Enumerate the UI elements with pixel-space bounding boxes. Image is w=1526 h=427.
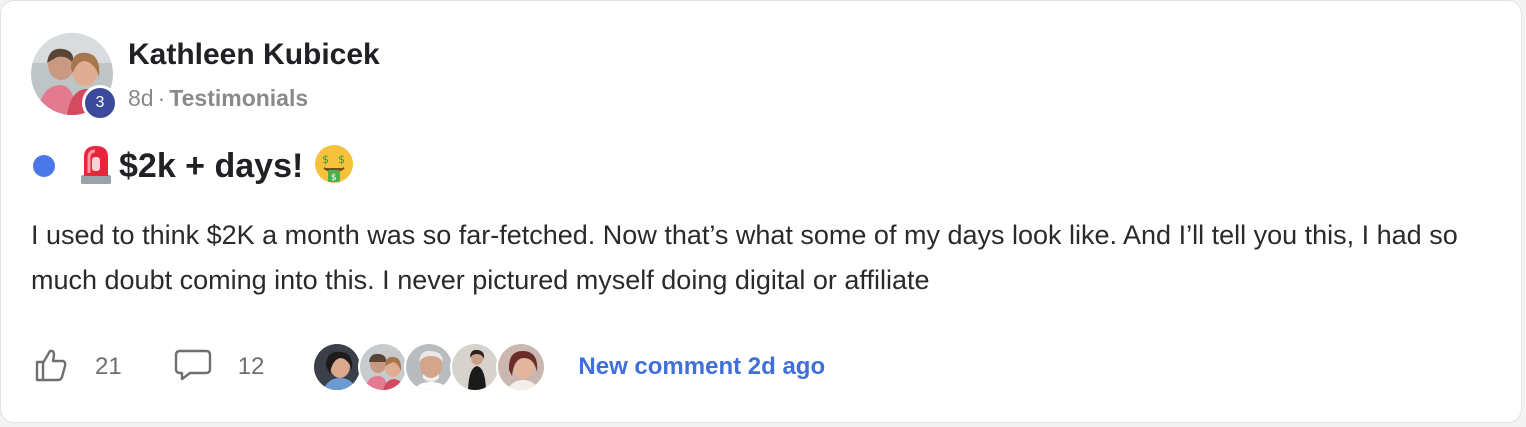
new-comment-link[interactable]: New comment 2d ago <box>578 353 825 381</box>
commenter-avatar-1[interactable] <box>312 342 363 392</box>
svg-text:$: $ <box>322 153 329 166</box>
post-time: 8d <box>128 85 154 111</box>
commenter-avatar-5[interactable] <box>496 342 547 392</box>
unread-indicator <box>33 155 55 177</box>
post-title[interactable]: $2k + days! <box>119 147 303 186</box>
thumbs-up-icon[interactable] <box>33 347 69 388</box>
post-meta: 8d · Testimonials <box>128 85 308 112</box>
speech-bubble-icon <box>174 348 212 387</box>
post-footer: 21 12 New comment 2d ago <box>33 339 825 395</box>
post-body[interactable]: I used to think $2K a month was so far-f… <box>31 213 1501 303</box>
author-name[interactable]: Kathleen Kubicek <box>128 38 380 72</box>
rotating-light-icon <box>77 143 115 190</box>
level-badge: 3 <box>82 85 118 121</box>
post-category[interactable]: Testimonials <box>169 85 308 111</box>
commenter-avatar-2[interactable] <box>358 342 409 392</box>
commenter-avatars[interactable] <box>312 342 547 392</box>
like-count[interactable]: 21 <box>95 353 122 381</box>
commenter-avatar-3[interactable] <box>404 342 455 392</box>
money-mouth-face-icon: $ $ $ <box>313 143 355 190</box>
comment-count: 12 <box>237 353 265 380</box>
post-title-row[interactable]: $2k + days! $ $ $ <box>33 141 355 191</box>
meta-separator: · <box>157 85 166 111</box>
author-avatar-wrapper[interactable]: 3 <box>31 33 118 121</box>
post-card[interactable]: 3 Kathleen Kubicek 8d · Testimonials $2k +… <box>0 0 1522 423</box>
comments-button[interactable]: 12 <box>174 348 265 387</box>
commenter-avatar-4[interactable] <box>450 342 501 392</box>
svg-text:$: $ <box>338 153 345 166</box>
svg-text:$: $ <box>331 173 337 183</box>
